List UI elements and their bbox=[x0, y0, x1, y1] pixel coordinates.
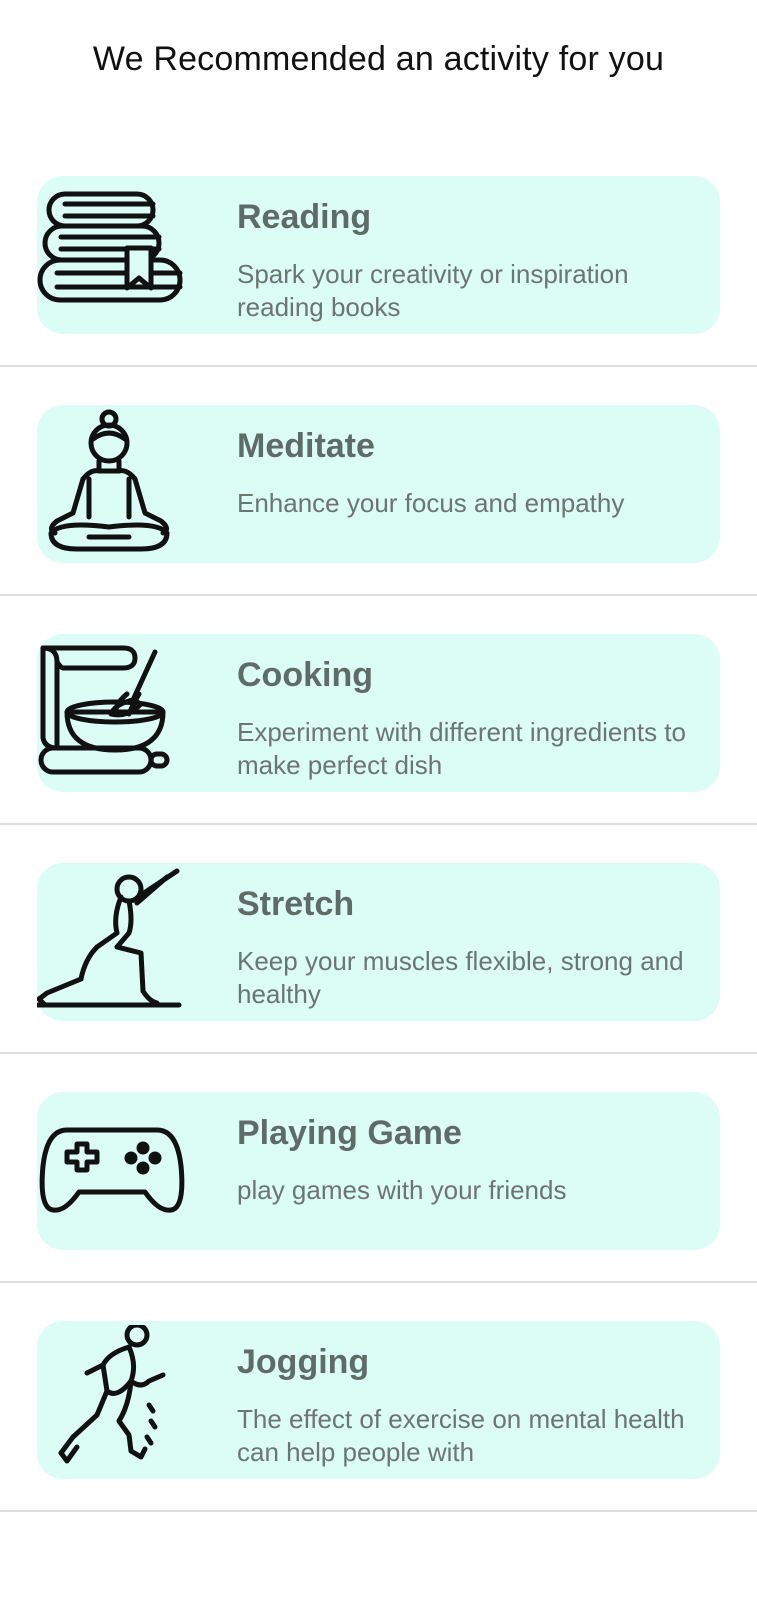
list-item: Reading Spark your creativity or inspira… bbox=[0, 138, 757, 367]
list-item: Stretch Keep your muscles flexible, stro… bbox=[0, 825, 757, 1054]
activity-title: Jogging bbox=[237, 1343, 370, 1381]
page-title: We Recommended an activity for you bbox=[92, 40, 665, 78]
activity-title: Cooking bbox=[237, 656, 373, 694]
activity-description: Experiment with different ingredients to… bbox=[237, 717, 686, 780]
jogging-icon bbox=[37, 1325, 187, 1475]
activity-card-playing-game[interactable]: Playing Game play games with your friend… bbox=[37, 1092, 720, 1250]
activity-list: Reading Spark your creativity or inspira… bbox=[0, 138, 757, 1512]
activity-card-cooking[interactable]: Cooking Experiment with different ingred… bbox=[37, 634, 720, 792]
activity-card-meditate[interactable]: Meditate Enhance your focus and empathy bbox=[37, 405, 720, 563]
activity-card-jogging[interactable]: Jogging The effect of exercise on mental… bbox=[37, 1321, 720, 1479]
stretch-icon bbox=[37, 867, 187, 1017]
activity-description: Spark your creativity or inspiration rea… bbox=[237, 259, 629, 322]
list-item: Playing Game play games with your friend… bbox=[0, 1054, 757, 1283]
cooking-icon bbox=[37, 638, 187, 788]
list-item: Jogging The effect of exercise on mental… bbox=[0, 1283, 757, 1512]
activity-description: Keep your muscles flexible, strong and h… bbox=[237, 946, 684, 1009]
meditation-icon bbox=[37, 409, 187, 559]
activity-description: Enhance your focus and empathy bbox=[237, 488, 625, 518]
activity-title: Playing Game bbox=[237, 1114, 462, 1152]
activity-card-stretch[interactable]: Stretch Keep your muscles flexible, stro… bbox=[37, 863, 720, 1021]
activity-title: Stretch bbox=[237, 885, 355, 923]
gamepad-icon bbox=[37, 1096, 187, 1246]
activity-card-reading[interactable]: Reading Spark your creativity or inspira… bbox=[37, 176, 720, 334]
activity-title: Reading bbox=[237, 198, 372, 236]
books-icon bbox=[37, 180, 187, 330]
list-item: Cooking Experiment with different ingred… bbox=[0, 596, 757, 825]
list-item: Meditate Enhance your focus and empathy bbox=[0, 367, 757, 596]
activity-title: Meditate bbox=[237, 427, 375, 465]
activity-description: play games with your friends bbox=[237, 1175, 567, 1205]
activity-description: The effect of exercise on mental health … bbox=[237, 1404, 685, 1467]
